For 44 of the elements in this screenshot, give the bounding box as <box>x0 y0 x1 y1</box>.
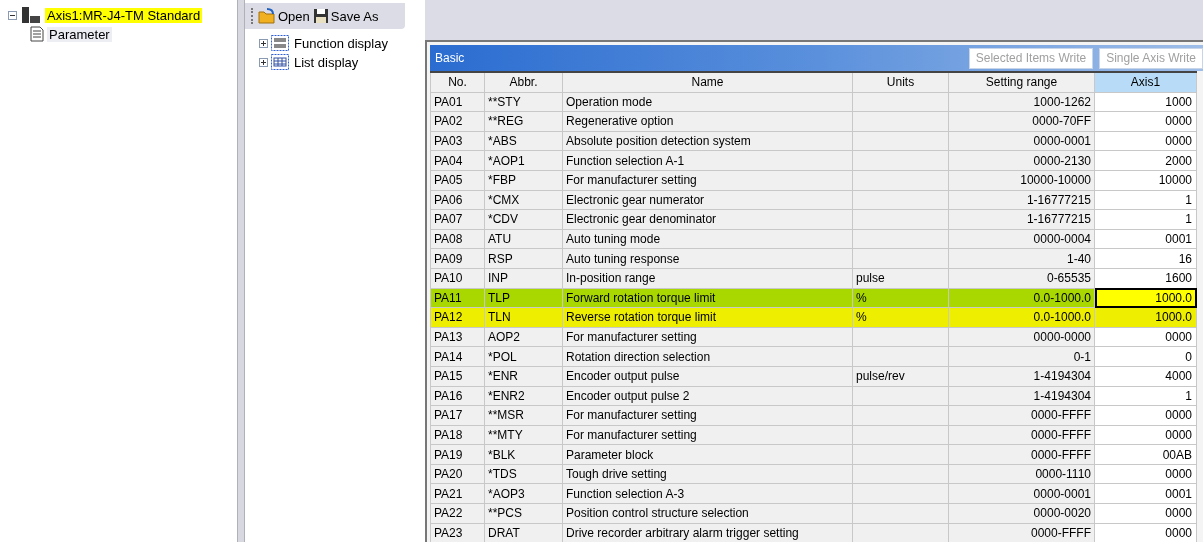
tree-item[interactable]: List display <box>292 54 361 70</box>
servo-amplifier-icon <box>20 6 42 24</box>
value-cell[interactable]: 1000.0 <box>1094 288 1197 308</box>
table-cell: PA09 <box>430 248 485 269</box>
panel-title: Basic <box>435 51 466 65</box>
collapse-icon[interactable] <box>8 10 17 20</box>
table-cell: PA15 <box>430 366 485 386</box>
table-cell: PA02 <box>430 111 485 132</box>
table-cell: PA19 <box>430 444 485 465</box>
tree-item[interactable]: Function display <box>292 35 390 51</box>
table-cell: PA21 <box>430 483 485 504</box>
toolbar-button[interactable]: Open <box>258 8 310 24</box>
table-cell: PA22 <box>430 503 485 524</box>
table-icon <box>271 54 289 70</box>
expand-icon[interactable] <box>259 57 268 67</box>
table-cell: PA11 <box>430 288 485 308</box>
column-header[interactable]: Setting range <box>948 72 1095 93</box>
table-cell: PA10 <box>430 268 485 289</box>
tree-item[interactable]: Axis1:MR-J4-TM Standard <box>45 7 203 23</box>
table-cell: PA07 <box>430 209 485 230</box>
column-header[interactable]: Name <box>562 72 853 93</box>
table-cell: PA01 <box>430 92 485 112</box>
column-header[interactable]: Units <box>852 72 949 93</box>
folder-icon <box>258 8 276 24</box>
panel-icon <box>271 35 289 51</box>
table-cell: PA06 <box>430 190 485 210</box>
table-cell: PA16 <box>430 386 485 406</box>
table-cell: PA14 <box>430 346 485 367</box>
toolbar-button[interactable]: Save As <box>312 8 379 24</box>
column-header[interactable]: Axis1 <box>1094 72 1197 93</box>
column-header[interactable]: No. <box>430 72 485 93</box>
column-header[interactable]: Abbr. <box>484 72 563 93</box>
table-cell: PA08 <box>430 229 485 249</box>
table-cell: PA18 <box>430 425 485 445</box>
table-cell: PA04 <box>430 150 485 171</box>
table-cell: PA03 <box>430 131 485 151</box>
expand-icon[interactable] <box>259 38 268 48</box>
tree-item[interactable]: Parameter <box>47 26 112 42</box>
table-cell: PA20 <box>430 464 485 484</box>
table-cell: PA12 <box>430 307 485 328</box>
table-cell: PA17 <box>430 405 485 426</box>
table-cell: PA13 <box>430 327 485 347</box>
document-icon <box>30 26 44 42</box>
table-cell: PA05 <box>430 170 485 191</box>
